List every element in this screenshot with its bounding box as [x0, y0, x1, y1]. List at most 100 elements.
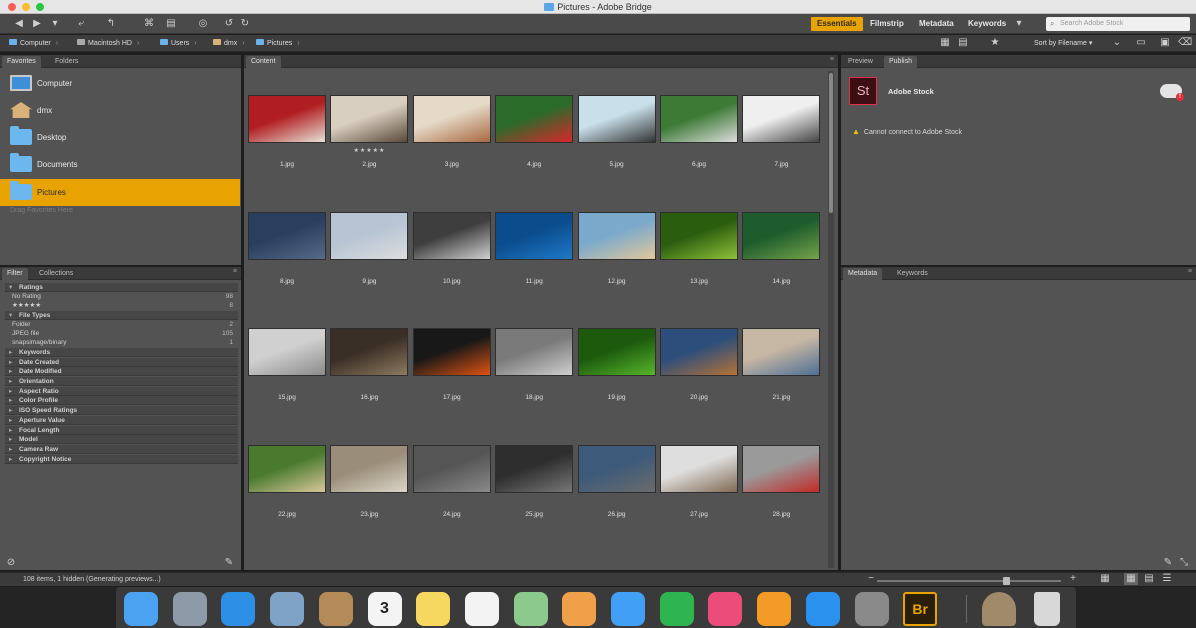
- thumbnail-item[interactable]: 18.jpg: [494, 328, 574, 428]
- tab-content[interactable]: Content: [246, 56, 281, 68]
- thumbnail-image[interactable]: [330, 95, 409, 143]
- zoom-out-thumbnail-icon[interactable]: −: [864, 573, 878, 585]
- return-to-app-icon[interactable]: ↰: [104, 18, 118, 30]
- filter-section-file-types[interactable]: File Types: [5, 310, 238, 320]
- thumbnail-image[interactable]: [412, 444, 491, 493]
- content-scrollbar[interactable]: [828, 71, 834, 568]
- tab-filter[interactable]: Filter: [2, 268, 28, 280]
- filter-section[interactable]: Date Created: [5, 357, 238, 367]
- filter-row[interactable]: JPEG file 105: [5, 329, 238, 338]
- thumbnail-item[interactable]: 13.jpg: [659, 211, 739, 312]
- workspace-keywords[interactable]: Keywords: [962, 17, 1012, 31]
- thumbnail-item[interactable]: 10.jpg: [412, 211, 492, 312]
- thumbnail-image[interactable]: [742, 444, 821, 493]
- view-list-icon[interactable]: ☰: [1160, 573, 1174, 585]
- breadcrumb-pictures[interactable]: Pictures ›: [256, 38, 300, 49]
- tab-publish[interactable]: Publish: [884, 56, 917, 68]
- chevron-down-icon[interactable]: ▾: [48, 18, 62, 30]
- downloads-stack-icon[interactable]: [982, 592, 1016, 626]
- filter-section[interactable]: Keywords: [5, 347, 238, 357]
- filter-section[interactable]: Date Modified: [5, 367, 238, 377]
- rotate-right-icon[interactable]: ↻: [238, 18, 252, 30]
- thumbnail-image[interactable]: [577, 444, 656, 493]
- search-input[interactable]: ⌕ Search Adobe Stock: [1046, 17, 1190, 31]
- thumbnail-image[interactable]: [412, 211, 491, 260]
- safari-icon[interactable]: [221, 592, 256, 626]
- rating-filter-icon[interactable]: ★: [988, 37, 1002, 49]
- thumbnail-item[interactable]: ★★★★★ 2.jpg: [329, 95, 409, 195]
- tab-folders[interactable]: Folders: [50, 56, 83, 68]
- delete-icon[interactable]: ⌫: [1178, 37, 1192, 49]
- filter-section[interactable]: Model: [5, 435, 238, 445]
- finder-icon[interactable]: [124, 592, 158, 626]
- contacts-icon[interactable]: [318, 592, 353, 626]
- thumbnail-image[interactable]: [495, 444, 574, 493]
- thumbnail-item[interactable]: 20.jpg: [659, 328, 739, 428]
- filter-section[interactable]: Aperture Value: [5, 415, 238, 425]
- thumbnail-item[interactable]: 21.jpg: [741, 328, 821, 428]
- thumbnail-image[interactable]: [248, 444, 326, 493]
- thumbnail-image[interactable]: [330, 211, 409, 260]
- favorite-item-desktop[interactable]: Desktop: [0, 124, 240, 151]
- reminders-icon[interactable]: [464, 592, 499, 626]
- thumbnail-item[interactable]: 23.jpg: [329, 444, 409, 545]
- thumbnail-image[interactable]: [660, 328, 738, 376]
- thumbnail-item[interactable]: 22.jpg: [247, 444, 327, 545]
- thumbnail-image[interactable]: [495, 211, 574, 260]
- star-rating[interactable]: ★★★★★: [329, 147, 409, 154]
- workspace-filmstrip[interactable]: Filmstrip: [864, 17, 910, 31]
- thumbnail-image[interactable]: [660, 95, 738, 143]
- thumbnail-image[interactable]: [248, 211, 326, 260]
- filter-section[interactable]: Camera Raw: [5, 444, 238, 454]
- breadcrumb-dmx[interactable]: dmx ›: [213, 38, 245, 49]
- thumbnail-item[interactable]: 28.jpg: [741, 444, 821, 545]
- camera-download-icon[interactable]: ⌘: [142, 18, 156, 30]
- thumbnail-item[interactable]: 9.jpg: [329, 211, 409, 312]
- workspace-metadata[interactable]: Metadata: [913, 17, 960, 31]
- thumbnail-item[interactable]: 8.jpg: [247, 211, 327, 312]
- photos-icon[interactable]: [562, 592, 597, 626]
- workspace-essentials[interactable]: Essentials: [811, 17, 863, 31]
- favorite-item-computer[interactable]: Computer: [0, 70, 240, 97]
- thumbnail-image[interactable]: [577, 328, 656, 376]
- view-thumbnails-icon[interactable]: ▦: [1124, 573, 1138, 585]
- thumbnail-image[interactable]: [742, 211, 821, 260]
- lock-thumbnail-grid-icon[interactable]: ▦: [1098, 573, 1112, 585]
- filter-row[interactable]: ★★★★★ 8: [5, 301, 238, 310]
- thumbnail-item[interactable]: 26.jpg: [577, 444, 657, 545]
- thumbnail-image[interactable]: [330, 328, 409, 376]
- thumbnail-item[interactable]: 19.jpg: [577, 328, 657, 428]
- rotate-left-icon[interactable]: ↺: [222, 18, 236, 30]
- zoom-in-thumbnail-icon[interactable]: +: [1066, 573, 1080, 585]
- notes-icon[interactable]: [416, 592, 451, 626]
- preview-icon[interactable]: [270, 592, 305, 626]
- thumbnail-image[interactable]: [248, 95, 326, 143]
- slider-knob[interactable]: [1002, 577, 1010, 585]
- thumbnail-image[interactable]: [577, 211, 656, 260]
- thumbnail-item[interactable]: 4.jpg: [494, 95, 574, 195]
- panel-menu-icon[interactable]: ≡: [233, 268, 237, 275]
- filter-section[interactable]: Color Profile: [5, 396, 238, 406]
- filter-section-ratings[interactable]: Ratings: [5, 283, 238, 292]
- thumbnail-item[interactable]: 17.jpg: [412, 328, 492, 428]
- recent-folders-icon[interactable]: ⤶: [74, 18, 88, 30]
- filter-row[interactable]: No Rating 98: [5, 292, 238, 301]
- thumbnail-image[interactable]: [412, 95, 491, 143]
- thumbnail-size-slider[interactable]: [877, 577, 1061, 585]
- tab-preview[interactable]: Preview: [843, 56, 878, 68]
- system-preferences-icon[interactable]: [854, 592, 889, 626]
- calendar-icon[interactable]: 3: [367, 592, 402, 626]
- filter-row[interactable]: snapsimage/binary 1: [5, 338, 238, 347]
- thumbnail-image[interactable]: [742, 95, 821, 143]
- thumbnail-item[interactable]: 12.jpg: [577, 211, 657, 312]
- refine-icon[interactable]: ▤: [164, 18, 178, 30]
- view-grid-icon[interactable]: ▦: [938, 37, 952, 49]
- tab-keywords[interactable]: Keywords: [892, 268, 933, 280]
- filter-row[interactable]: Folder 2: [5, 320, 238, 329]
- tab-favorites[interactable]: Favorites: [2, 56, 41, 68]
- messages-icon[interactable]: [611, 592, 645, 626]
- app-store-icon[interactable]: [805, 592, 840, 626]
- pencil-icon[interactable]: ✎: [1161, 557, 1175, 569]
- breadcrumb-computer[interactable]: Computer ›: [9, 38, 58, 49]
- thumbnail-image[interactable]: [330, 444, 409, 493]
